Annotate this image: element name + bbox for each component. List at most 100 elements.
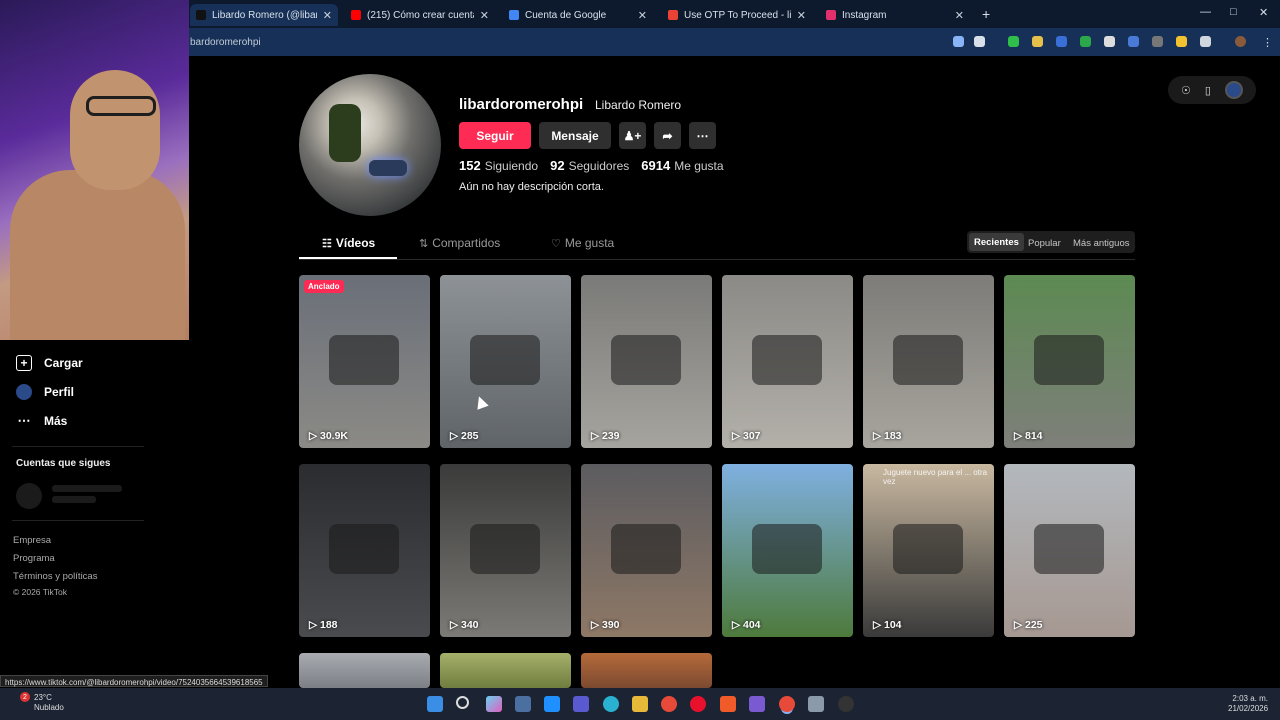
video-card[interactable]: ▷ 340 — [440, 464, 571, 637]
minimize-icon[interactable]: — — [1200, 6, 1211, 18]
browser-tab[interactable]: Cuenta de Google ✕ — [503, 4, 653, 26]
more-options-icon[interactable]: ⋯ — [689, 122, 716, 149]
share-icon[interactable]: ➦ — [654, 122, 681, 149]
browser-tab[interactable]: Use OTP To Proceed - libardoro ✕ — [662, 4, 812, 26]
new-tab-button[interactable]: + — [982, 6, 990, 22]
video-card-partial[interactable] — [299, 653, 430, 688]
browser-tab[interactable]: Instagram ✕ — [820, 4, 970, 26]
video-view-count: ▷ 225 — [1014, 619, 1043, 631]
windows-start-icon[interactable] — [427, 696, 443, 712]
sidebar-divider — [12, 520, 144, 521]
video-thumbnail — [611, 335, 681, 385]
video-view-count: ▷ 307 — [732, 430, 761, 442]
browser-tab[interactable]: (215) Cómo crear cuenta de Ki ✕ — [345, 4, 495, 26]
followers-stat[interactable]: 92 Seguidores — [550, 158, 629, 173]
add-friend-icon[interactable]: ♟+ — [619, 122, 646, 149]
maximize-icon[interactable]: □ — [1230, 6, 1237, 18]
file-explorer-icon[interactable] — [632, 696, 648, 712]
video-card[interactable]: ▷ 225 — [1004, 464, 1135, 637]
app-icon[interactable] — [573, 696, 589, 712]
video-card[interactable]: Anclado ▷ 30.9K — [299, 275, 430, 448]
video-view-count: ▷ 188 — [309, 619, 338, 631]
system-clock[interactable]: 2:03 a. m. 21/02/2026 — [1228, 694, 1268, 714]
following-stat[interactable]: 152 Siguiendo — [459, 158, 538, 173]
video-view-count: ▷ 30.9K — [309, 430, 349, 442]
sort-popular-button[interactable]: Popular — [1028, 235, 1061, 251]
sidebar-item-profile[interactable]: Perfil — [16, 384, 74, 400]
close-tab-icon[interactable]: ✕ — [480, 9, 489, 22]
close-tab-icon[interactable]: ✕ — [955, 9, 964, 22]
tab-videos[interactable]: ☷ Vídeos — [322, 236, 375, 250]
video-card[interactable]: Juguete nuevo para el ... otra vez ▷ 104 — [863, 464, 994, 637]
search-icon[interactable] — [456, 696, 469, 709]
video-card[interactable]: ▷ 183 — [863, 275, 994, 448]
cast-icon[interactable] — [953, 36, 964, 47]
extension-icon[interactable] — [1104, 36, 1115, 47]
tab-favicon-icon — [196, 10, 206, 20]
taskview-icon[interactable] — [515, 696, 531, 712]
profile-avatar[interactable] — [299, 74, 441, 216]
close-window-icon[interactable]: ✕ — [1259, 6, 1268, 19]
follow-button[interactable]: Seguir — [459, 122, 531, 149]
video-card[interactable]: ▷ 239 — [581, 275, 712, 448]
footer-link-program[interactable]: Programa — [13, 553, 55, 564]
extension-icon[interactable] — [1080, 36, 1091, 47]
sidebar-divider — [12, 446, 144, 447]
app-icon[interactable] — [544, 696, 560, 712]
chrome-profile-avatar[interactable] — [1235, 36, 1246, 47]
profile-stats: 152 Siguiendo 92 Seguidores 6914 Me gusta — [459, 158, 724, 173]
close-tab-icon[interactable]: ✕ — [323, 9, 332, 22]
video-thumbnail — [752, 335, 822, 385]
message-button[interactable]: Mensaje — [539, 122, 611, 149]
video-card[interactable]: ▷ 814 — [1004, 275, 1135, 448]
video-card[interactable]: ▷ 307 — [722, 275, 853, 448]
sidebar-item-upload[interactable]: + Cargar — [16, 355, 83, 371]
brave-icon[interactable] — [720, 696, 736, 712]
video-card[interactable]: ▷ 188 — [299, 464, 430, 637]
sidebar-item-more[interactable]: ⋯ Más — [16, 413, 68, 429]
footer-link-business[interactable]: Empresa — [13, 535, 51, 546]
tab-liked[interactable]: ♡ Me gusta — [551, 236, 614, 250]
video-thumbnail — [752, 524, 822, 574]
app-icon[interactable] — [838, 696, 854, 712]
opera-icon[interactable] — [690, 696, 706, 712]
video-card[interactable]: ▷ 285 — [440, 275, 571, 448]
app-icon[interactable] — [749, 696, 765, 712]
chrome-menu-icon[interactable]: ⋮ — [1262, 36, 1273, 49]
weather-widget[interactable]: 23°C Nublado — [34, 693, 64, 713]
compass-icon[interactable]: ☉ — [1181, 84, 1191, 97]
close-tab-icon[interactable]: ✕ — [638, 9, 647, 22]
tab-favicon-icon — [351, 10, 361, 20]
chrome-active-icon[interactable] — [779, 696, 795, 712]
likes-stat: 6914 Me gusta — [641, 158, 724, 173]
edge-icon[interactable] — [603, 696, 619, 712]
heart-outline-icon: ♡ — [551, 237, 561, 250]
tab-reposts[interactable]: ⇅ Compartidos — [419, 236, 500, 250]
copilot-icon[interactable] — [486, 696, 502, 712]
extension-icon[interactable] — [1056, 36, 1067, 47]
video-card[interactable]: ▷ 390 — [581, 464, 712, 637]
bookmark-star-icon[interactable] — [974, 36, 985, 47]
notification-badge: 2 — [20, 692, 30, 702]
extension-icon[interactable] — [1128, 36, 1139, 47]
mobile-icon[interactable]: ▯ — [1205, 84, 1211, 97]
footer-link-terms[interactable]: Términos y políticas — [13, 571, 97, 582]
video-card[interactable]: ▷ 404 — [722, 464, 853, 637]
video-card-partial[interactable] — [581, 653, 712, 688]
active-tab-indicator — [299, 257, 397, 259]
url-text[interactable]: bardoromerohpi — [190, 37, 261, 48]
profile-bio: Aún no hay descripción corta. — [459, 181, 604, 193]
chrome-icon[interactable] — [661, 696, 677, 712]
sort-recent-button[interactable]: Recientes — [969, 233, 1024, 251]
sort-oldest-button[interactable]: Más antiguos — [1073, 235, 1130, 251]
video-card-partial[interactable] — [440, 653, 571, 688]
settings-icon[interactable] — [808, 696, 824, 712]
account-avatar-icon[interactable] — [1224, 81, 1243, 99]
extension-icon[interactable] — [1152, 36, 1163, 47]
extension-shield-icon[interactable] — [1008, 36, 1019, 47]
extensions-puzzle-icon[interactable] — [1200, 36, 1211, 47]
extension-icon[interactable] — [1176, 36, 1187, 47]
extension-icon[interactable] — [1032, 36, 1043, 47]
browser-tab[interactable]: Libardo Romero (@libardorome ✕ — [190, 4, 338, 26]
close-tab-icon[interactable]: ✕ — [797, 9, 806, 22]
